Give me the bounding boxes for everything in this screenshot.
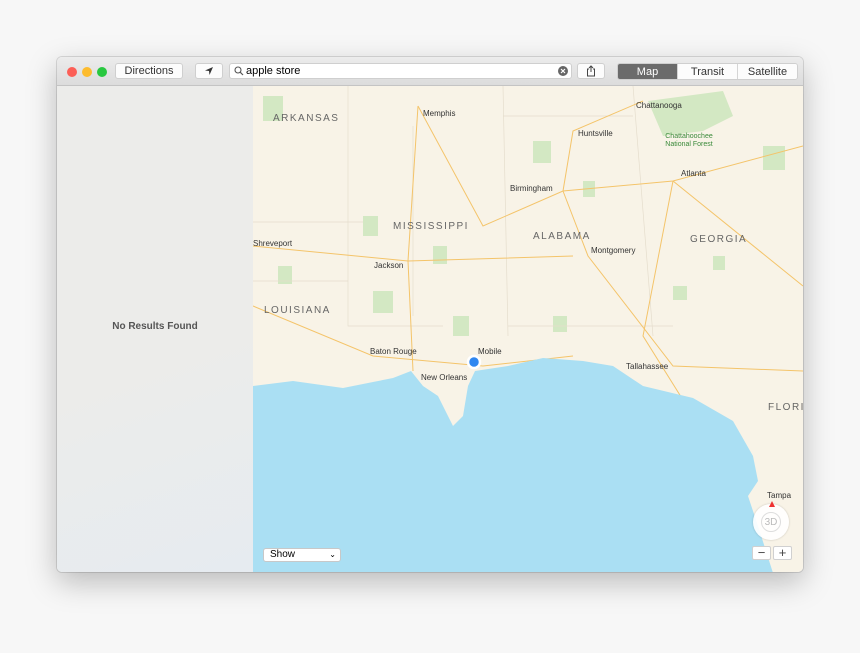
city-label: Jackson: [374, 261, 404, 270]
city-label: Chattanooga: [636, 101, 682, 110]
compass-control[interactable]: 3D: [753, 501, 789, 540]
city-label: Tampa: [767, 491, 792, 500]
city-label: Tallahassee: [626, 362, 669, 371]
share-button[interactable]: [577, 63, 605, 79]
city-label: Memphis: [423, 109, 456, 118]
state-label: MISSISSIPPI: [393, 221, 469, 232]
directions-button[interactable]: Directions: [115, 63, 183, 79]
tab-transit[interactable]: Transit: [677, 64, 737, 79]
share-icon: [587, 65, 595, 77]
show-label: Show: [270, 549, 296, 560]
north-indicator-icon: [769, 501, 775, 507]
no-results-message: No Results Found: [112, 321, 198, 332]
city-label: Huntsville: [578, 129, 613, 138]
maps-window: Directions Map Transit Satellite No Resu…: [57, 57, 803, 572]
sidebar: No Results Found: [57, 86, 254, 572]
city-label: Montgomery: [591, 246, 636, 255]
map-type-control: Map Transit Satellite: [617, 63, 798, 80]
clear-circle-icon[interactable]: [558, 66, 568, 76]
state-label: GEORGIA: [690, 234, 748, 245]
zoom-in-button[interactable]: +: [773, 546, 792, 560]
location-arrow-icon: [205, 67, 213, 75]
user-location-dot: [466, 354, 482, 370]
state-label: ALABAMA: [533, 231, 591, 242]
park-label: Chattahoochee National Forest: [665, 133, 713, 148]
city-label: New Orleans: [421, 373, 468, 382]
tab-map[interactable]: Map: [618, 64, 677, 79]
show-dropdown[interactable]: Show ⌄: [263, 548, 341, 562]
toolbar: Directions Map Transit Satellite: [57, 57, 803, 86]
gulf-of-mexico: [253, 358, 773, 572]
magnifier-icon: [234, 66, 244, 76]
city-label: Shreveport: [253, 239, 293, 248]
map-view[interactable]: ARKANSAS MISSISSIPPI ALABAMA GEORGIA LOU…: [253, 86, 803, 572]
minimize-button[interactable]: [82, 67, 92, 77]
chevron-down-icon: ⌄: [329, 550, 336, 559]
search-field[interactable]: [229, 63, 572, 79]
city-label: Atlanta: [681, 169, 706, 178]
map-canvas: [253, 86, 803, 572]
zoom-window-button[interactable]: [97, 67, 107, 77]
city-label: Birmingham: [510, 184, 553, 193]
city-label: Baton Rouge: [370, 347, 417, 356]
zoom-out-button[interactable]: −: [752, 546, 771, 560]
search-input[interactable]: [246, 64, 546, 78]
park-areas: [263, 91, 785, 336]
3d-button[interactable]: 3D: [761, 512, 781, 532]
current-location-button[interactable]: [195, 63, 223, 79]
state-label: ARKANSAS: [273, 113, 340, 124]
close-button[interactable]: [67, 67, 77, 77]
state-label: FLORI: [768, 402, 803, 413]
state-label: LOUISIANA: [264, 305, 331, 316]
tab-satellite[interactable]: Satellite: [737, 64, 797, 79]
city-label: Mobile: [478, 347, 502, 356]
